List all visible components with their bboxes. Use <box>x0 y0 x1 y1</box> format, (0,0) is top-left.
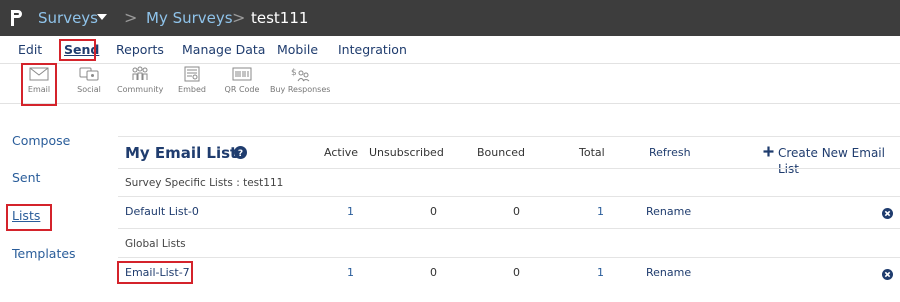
leftnav-templates[interactable]: Templates <box>12 246 76 262</box>
leftnav-compose[interactable]: Compose <box>12 133 70 149</box>
menu-reports[interactable]: Reports <box>116 42 164 58</box>
menu-edit[interactable]: Edit <box>18 42 42 58</box>
menu-integration[interactable]: Integration <box>338 42 407 58</box>
tool-buy-responses[interactable]: $ Buy Responses <box>270 66 330 102</box>
top-bar: Surveys > My Surveys > test111 <box>0 0 900 36</box>
social-icon <box>79 67 99 81</box>
row-divider <box>118 228 900 229</box>
community-icon <box>132 66 148 80</box>
survey-specific-lists-label: Survey Specific Lists : test111 <box>125 177 284 189</box>
tool-embed-label: Embed <box>178 85 206 94</box>
breadcrumb-my-surveys[interactable]: My Surveys <box>146 8 233 28</box>
list-active-count: 1 <box>347 205 354 218</box>
list-name-link[interactable]: Email-List-7 <box>125 266 190 280</box>
menu-send[interactable]: Send <box>64 42 99 58</box>
tool-embed[interactable]: Embed <box>177 66 207 102</box>
col-header-active: Active <box>324 146 359 159</box>
svg-text:?: ? <box>238 149 243 159</box>
leftnav-sent[interactable]: Sent <box>12 170 40 186</box>
menu-mobile[interactable]: Mobile <box>277 42 318 58</box>
breadcrumb-current-survey: test111 <box>251 9 309 27</box>
envelope-icon <box>29 67 49 81</box>
menu-manage-data[interactable]: Manage Data <box>182 42 265 58</box>
list-unsubscribed-count: 0 <box>430 205 437 218</box>
row-divider <box>118 168 900 169</box>
buy-responses-icon: $ <box>291 68 310 82</box>
main-menu: Edit Send Reports Manage Data Mobile Int… <box>0 36 900 64</box>
delete-list-icon[interactable] <box>882 269 893 280</box>
breadcrumb-separator: > <box>124 8 138 27</box>
plus-icon[interactable] <box>763 146 774 157</box>
app-logo-icon[interactable] <box>9 8 23 28</box>
qr-code-icon <box>232 67 252 81</box>
page-title: My Email Lists <box>125 144 247 162</box>
tool-social-label: Social <box>77 85 101 94</box>
col-header-bounced: Bounced <box>477 146 526 159</box>
tool-qr-code[interactable]: QR Code <box>224 66 260 102</box>
row-divider <box>118 257 900 258</box>
chevron-down-icon[interactable] <box>96 11 108 23</box>
breadcrumb-surveys[interactable]: Surveys <box>38 8 98 28</box>
tool-community[interactable]: Community <box>117 66 163 102</box>
list-active-count: 1 <box>347 266 354 279</box>
tool-qr-code-label: QR Code <box>224 85 260 94</box>
list-unsubscribed-count: 0 <box>430 266 437 279</box>
breadcrumb-separator: > <box>232 8 246 27</box>
leftnav-lists[interactable]: Lists <box>12 208 40 224</box>
table-top-border <box>118 136 900 137</box>
send-toolbar: Email Social Community Embed QR Code $ B… <box>0 64 900 104</box>
list-bounced-count: 0 <box>513 266 520 279</box>
create-new-email-list-link[interactable]: Create New Email List <box>778 145 900 177</box>
tool-social[interactable]: Social <box>75 66 103 102</box>
help-icon[interactable]: ? <box>234 146 247 159</box>
tool-email[interactable]: Email <box>24 66 54 102</box>
global-lists-label: Global Lists <box>125 238 186 250</box>
rename-link[interactable]: Rename <box>646 266 691 280</box>
tool-buy-responses-label: Buy Responses <box>270 85 331 94</box>
svg-text:$: $ <box>291 68 297 78</box>
rename-link[interactable]: Rename <box>646 205 691 219</box>
list-total-count: 1 <box>597 205 604 218</box>
tool-community-label: Community <box>117 85 164 94</box>
tool-email-label: Email <box>27 85 51 94</box>
col-header-total: Total <box>579 146 605 159</box>
list-name-link[interactable]: Default List-0 <box>125 205 199 219</box>
refresh-link[interactable]: Refresh <box>649 146 691 160</box>
col-header-unsubscribed: Unsubscribed <box>369 146 444 159</box>
row-divider <box>118 196 900 197</box>
list-total-count: 1 <box>597 266 604 279</box>
list-bounced-count: 0 <box>513 205 520 218</box>
embed-icon <box>184 66 200 82</box>
delete-list-icon[interactable] <box>882 208 893 219</box>
